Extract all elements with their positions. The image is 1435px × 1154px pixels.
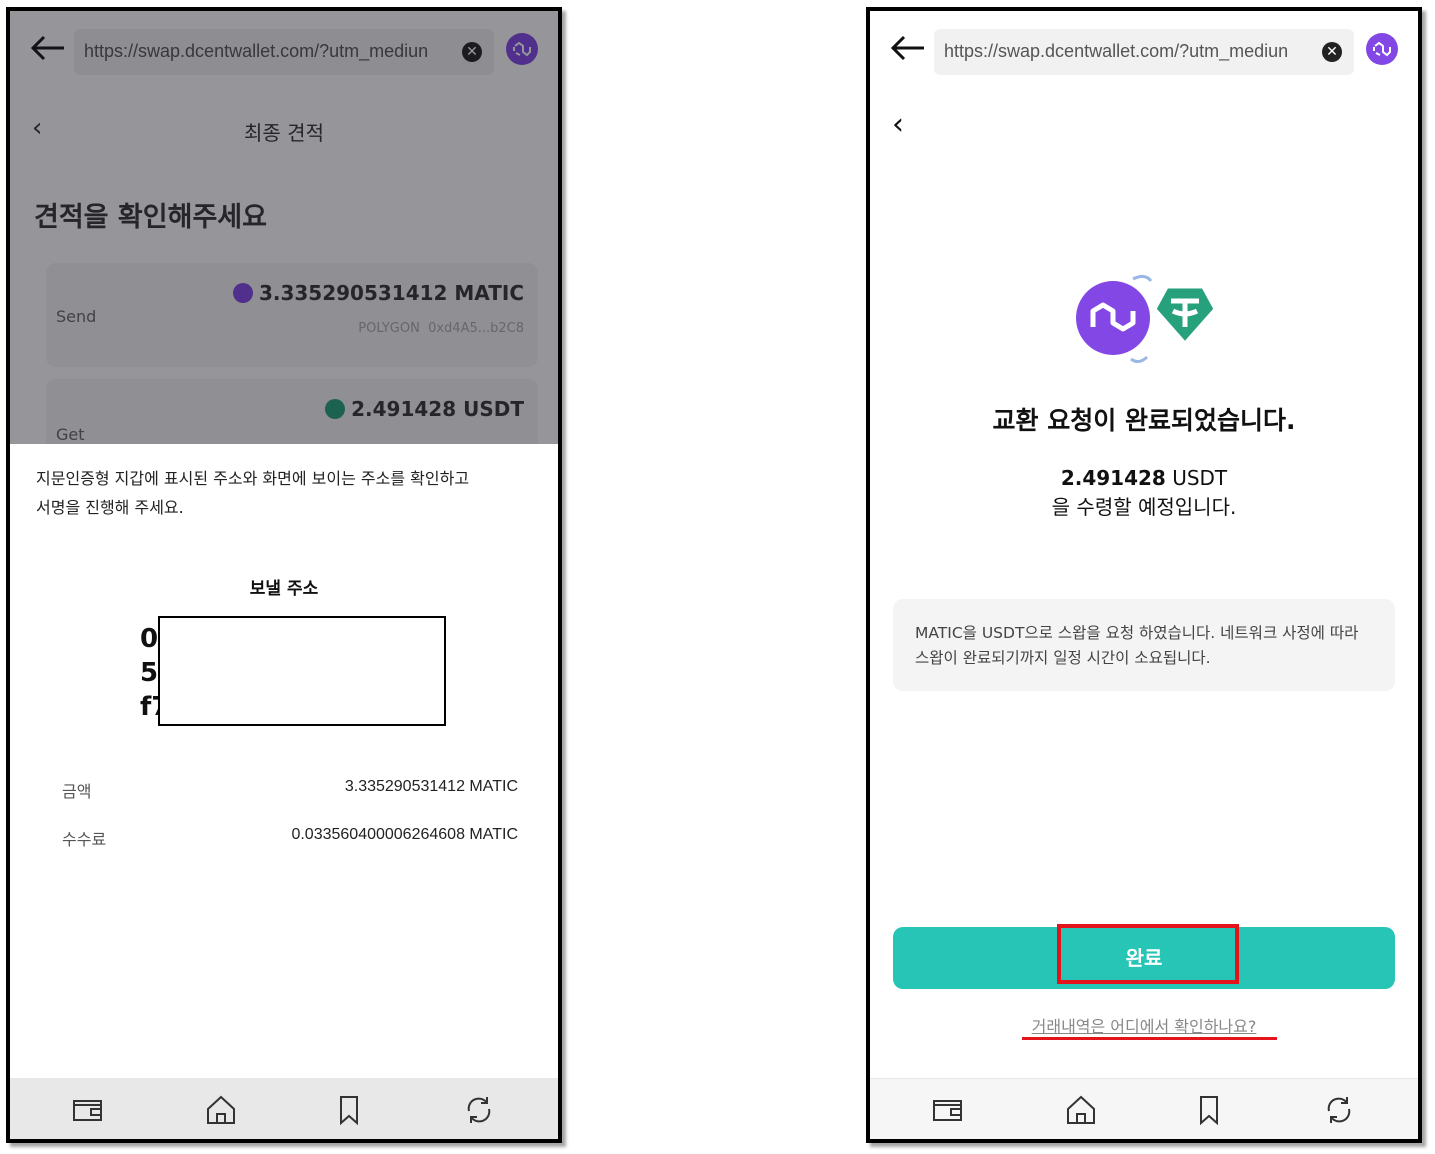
bookmark-icon[interactable]: [332, 1093, 366, 1127]
home-icon[interactable]: [1064, 1093, 1098, 1127]
highlight-underline: [1022, 1037, 1277, 1040]
left-phone-screen: ‹ 최종 견적 견적을 확인해주세요 Send 3.335290531412 M…: [6, 7, 562, 1143]
sign-sheet: 지문인증형 지갑에 표시된 주소와 화면에 보이는 주소를 확인하고 서명을 진행…: [10, 444, 558, 1139]
back-arrow-icon[interactable]: [890, 33, 926, 63]
bottom-nav: [870, 1078, 1418, 1139]
home-icon[interactable]: [204, 1093, 238, 1127]
modal-backdrop[interactable]: [10, 11, 558, 444]
url-field[interactable]: https://swap.dcentwallet.com/?utm_mediun…: [934, 29, 1354, 75]
receive-amount: 2.491428 USDT: [1060, 466, 1228, 490]
fee-label: 수수료: [62, 830, 107, 849]
polygon-icon[interactable]: [1366, 33, 1398, 65]
receive-note: 을 수령할 예정입니다.: [1051, 495, 1237, 519]
bookmark-icon[interactable]: [1192, 1093, 1226, 1127]
wallet-icon[interactable]: [931, 1093, 965, 1127]
info-box: MATIC을 USDT으로 스왑을 요청 하였습니다. 네트워크 사정에 따라 …: [893, 599, 1395, 691]
refresh-icon[interactable]: [462, 1093, 496, 1127]
right-phone-screen: https://swap.dcentwallet.com/?utm_mediun…: [866, 7, 1422, 1143]
close-circle-icon[interactable]: ✕: [1322, 42, 1342, 62]
address-redaction: [158, 616, 446, 726]
swap-matic-usdt-icon: [1076, 274, 1217, 364]
wallet-icon[interactable]: [71, 1093, 105, 1127]
highlight-box: [1057, 924, 1239, 984]
info-text: MATIC을 USDT으로 스왑을 요청 하였습니다. 네트워크 사정에 따라 …: [915, 624, 1359, 667]
refresh-icon[interactable]: [1322, 1093, 1356, 1127]
sign-message: 지문인증형 지갑에 표시된 주소와 화면에 보이는 주소를 확인하고 서명을 진행…: [36, 469, 470, 517]
browser-bar: https://swap.dcentwallet.com/?utm_mediun…: [870, 11, 1418, 91]
history-link[interactable]: 거래내역은 어디에서 확인하나요?: [870, 1013, 1418, 1037]
url-text: https://swap.dcentwallet.com/?utm_mediun: [944, 41, 1289, 61]
fee-value: 0.033560400006264608 MATIC: [291, 826, 518, 843]
address-label: 보낼 주소: [249, 579, 319, 599]
bottom-nav: [10, 1078, 558, 1139]
back-chevron-icon[interactable]: ‹: [892, 107, 904, 142]
amount-value: 3.335290531412 MATIC: [344, 778, 518, 795]
amount-label: 금액: [62, 782, 92, 801]
swap-complete-title: 교환 요청이 완료되었습니다.: [992, 406, 1296, 435]
